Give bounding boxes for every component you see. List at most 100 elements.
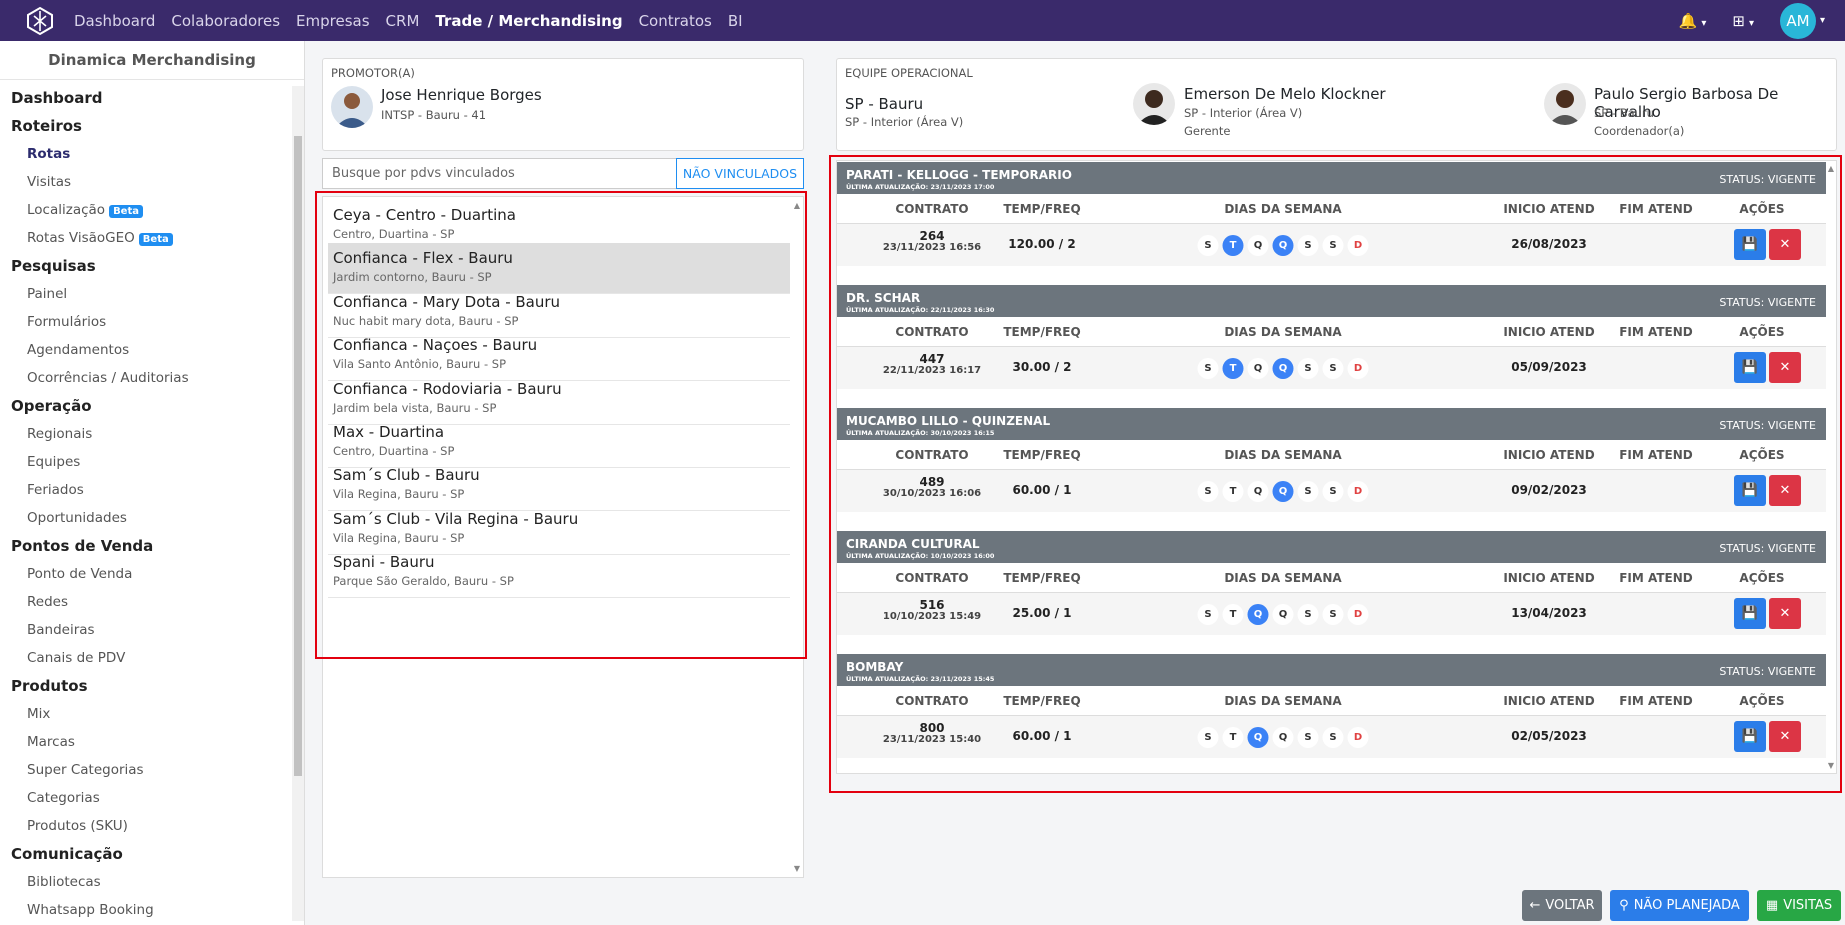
sidebar: Dinamica Merchandising Dashboard Roteiros… — [0, 41, 305, 925]
sidebar-section[interactable]: Pesquisas — [11, 252, 304, 280]
sidebar-item[interactable]: Categorias — [11, 784, 304, 812]
sidebar-item[interactable]: Equipes — [11, 448, 304, 476]
sidebar-scrollbar[interactable] — [292, 86, 304, 921]
sidebar-item-label: Feriados — [27, 482, 84, 498]
sidebar-item[interactable]: Rotas — [11, 140, 304, 168]
nav-link[interactable]: Empresas — [296, 12, 370, 30]
sidebar-item[interactable]: Whatsapp Booking — [11, 896, 304, 924]
sidebar-title: Dinamica Merchandising — [0, 41, 304, 80]
sidebar-item[interactable]: Ponto de Venda — [11, 560, 304, 588]
nav-link[interactable]: BI — [728, 12, 743, 30]
bell-icon[interactable]: 🔔 ▾ — [1679, 12, 1707, 30]
sidebar-item-label: Bandeiras — [27, 622, 95, 638]
user-avatar[interactable]: AM — [1779, 2, 1816, 39]
sidebar-item[interactable]: Visitas — [11, 168, 304, 196]
sidebar-item[interactable]: Oportunidades — [11, 504, 304, 532]
sitemap-icon[interactable]: ⊞ ▾ — [1732, 12, 1754, 30]
sidebar-section[interactable]: Comunicação — [11, 840, 304, 868]
sidebar-item-label: Canais de PDV — [27, 650, 126, 666]
promotor-detail: INTSP - Bauru - 41 — [381, 108, 487, 122]
sidebar-section[interactable]: Operação — [11, 392, 304, 420]
arrow-left-icon: ← — [1529, 898, 1541, 913]
sidebar-item[interactable]: Regionais — [11, 420, 304, 448]
visitas-button[interactable]: ▦ VISITAS — [1757, 890, 1841, 921]
coordenador-role: Coordenador(a) — [1594, 124, 1685, 138]
app-logo-icon[interactable] — [20, 4, 60, 38]
sidebar-item-label: Super Categorias — [27, 762, 144, 778]
nao-planejada-button[interactable]: ⚲ NÃO PLANEJADA — [1610, 890, 1749, 921]
sidebar-item[interactable]: Bandeiras — [11, 616, 304, 644]
chevron-down-icon[interactable]: ▾ — [1820, 15, 1825, 26]
promotor-card: PROMOTOR(A) Jose Henrique Borges INTSP -… — [322, 58, 804, 151]
sidebar-item-label: Marcas — [27, 734, 75, 750]
sidebar-item-label: Visitas — [27, 174, 72, 190]
sidebar-section[interactable]: Dashboard — [11, 84, 304, 112]
gerente-role: Gerente — [1184, 124, 1231, 138]
contracts-highlight-box — [829, 155, 1842, 793]
sidebar-section[interactable]: Pontos de Venda — [11, 532, 304, 560]
sidebar-item[interactable]: Feriados — [11, 476, 304, 504]
sidebar-item[interactable]: Rotas VisãoGEO Beta — [11, 224, 304, 252]
pdv-highlight-box — [315, 191, 807, 659]
sidebar-item[interactable]: Canais de PDV — [11, 644, 304, 672]
sidebar-item-label: Localização — [27, 202, 106, 218]
sidebar-item-label: Rotas VisãoGEO — [27, 230, 135, 246]
sidebar-item[interactable]: Localização Beta — [11, 196, 304, 224]
sidebar-item[interactable]: Marcas — [11, 728, 304, 756]
sidebar-item-label: Ocorrências / Auditorias — [27, 370, 189, 386]
scroll-down-icon[interactable]: ▼ — [794, 864, 800, 873]
sidebar-item[interactable]: Redes — [11, 588, 304, 616]
sidebar-item[interactable]: Produtos (SKU) — [11, 812, 304, 840]
sidebar-menu: Dashboard Roteiros Rotas Visitas Localização… — [0, 80, 304, 924]
equipe-team-region: SP - Interior (Área V) — [845, 115, 964, 129]
voltar-button[interactable]: ← VOLTAR — [1522, 890, 1602, 921]
sidebar-item-label: Categorias — [27, 790, 100, 806]
promotor-photo — [331, 86, 373, 128]
coordenador-region: SP - Bauru — [1594, 106, 1654, 120]
sidebar-item-label: Produtos (SKU) — [27, 818, 128, 834]
beta-badge: Beta — [109, 205, 143, 218]
sidebar-item[interactable]: Ocorrências / Auditorias — [11, 364, 304, 392]
beta-badge: Beta — [138, 233, 173, 246]
map-icon: ▦ — [1765, 898, 1779, 913]
promotor-name: Jose Henrique Borges — [381, 86, 542, 104]
nav-link[interactable]: Trade / Merchandising — [435, 12, 622, 30]
gerente-photo — [1133, 83, 1175, 125]
main-menu: Dashboard Colaboradores Empresas CRM Trade /… — [74, 12, 759, 30]
sidebar-section[interactable]: Produtos — [11, 672, 304, 700]
sidebar-item-label: Whatsapp Booking — [27, 902, 154, 918]
pdv-search-input[interactable]: Busque por pdvs vinculados — [322, 158, 676, 189]
sidebar-item-label: Regionais — [27, 426, 93, 442]
equipe-card: EQUIPE OPERACIONAL SP - Bauru SP - Inter… — [836, 58, 1837, 151]
sidebar-item[interactable]: Painel — [11, 280, 304, 308]
top-navbar: Dashboard Colaboradores Empresas CRM Trade /… — [0, 0, 1845, 41]
nav-link[interactable]: Contratos — [639, 12, 712, 30]
sidebar-item-label: Painel — [27, 286, 68, 302]
sidebar-item-label: Oportunidades — [27, 510, 127, 526]
coordenador-photo — [1544, 83, 1586, 125]
sidebar-item-label: Agendamentos — [27, 342, 130, 358]
sidebar-item-label: Rotas — [27, 146, 71, 162]
sidebar-item[interactable]: Formulários — [11, 308, 304, 336]
sidebar-item-label: Ponto de Venda — [27, 566, 133, 582]
nao-vinculados-button[interactable]: NÃO VINCULADOS — [676, 158, 804, 189]
sidebar-item-label: Redes — [27, 594, 68, 610]
sidebar-scrollbar-thumb[interactable] — [294, 136, 302, 776]
sidebar-item-label: Bibliotecas — [27, 874, 101, 890]
sidebar-item[interactable]: Agendamentos — [11, 336, 304, 364]
nav-link[interactable]: CRM — [386, 12, 420, 30]
sidebar-item[interactable]: Bibliotecas — [11, 868, 304, 896]
gerente-region: SP - Interior (Área V) — [1184, 106, 1303, 120]
nav-link[interactable]: Colaboradores — [171, 12, 280, 30]
sidebar-section[interactable]: Roteiros — [11, 112, 304, 140]
sidebar-item-label: Equipes — [27, 454, 81, 470]
sidebar-item[interactable]: Super Categorias — [11, 756, 304, 784]
sidebar-item[interactable]: Mix — [11, 700, 304, 728]
sidebar-item-label: Formulários — [27, 314, 107, 330]
promotor-label: PROMOTOR(A) — [331, 66, 415, 80]
gerente-name: Emerson De Melo Klockner — [1184, 85, 1386, 103]
sidebar-item-label: Mix — [27, 706, 51, 722]
nav-link[interactable]: Dashboard — [74, 12, 155, 30]
map-pin-icon: ⚲ — [1619, 898, 1629, 913]
equipe-label: EQUIPE OPERACIONAL — [845, 66, 973, 80]
